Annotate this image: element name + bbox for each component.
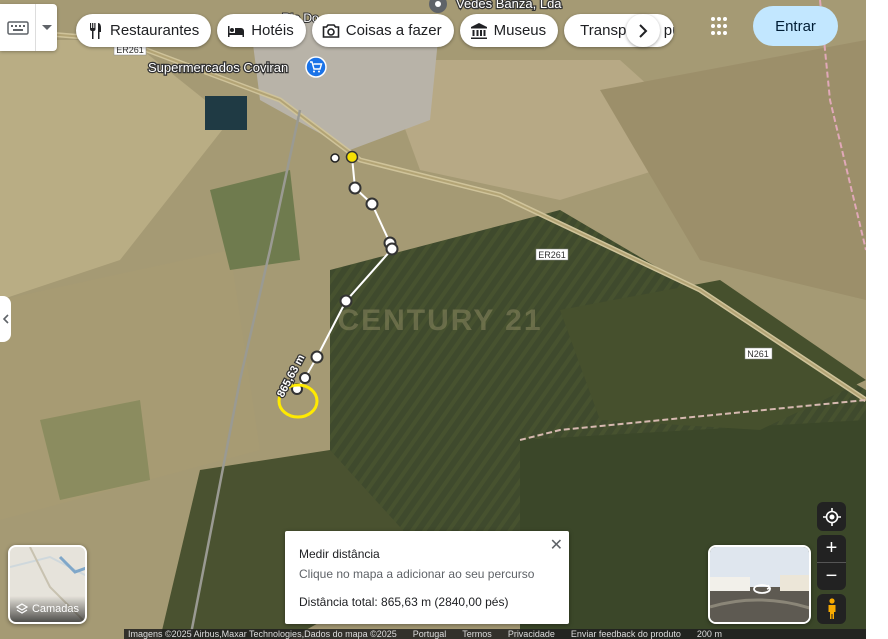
svg-text:N261: N261	[747, 349, 769, 359]
map-attribution: Imagens ©2025 Airbus,Maxar Technologies,…	[128, 629, 397, 639]
layers-label: Camadas	[31, 603, 80, 615]
chevron-right-icon	[639, 23, 648, 38]
measure-total: Distância total: 865,63 m (2840,00 pés)	[299, 595, 509, 609]
map-scale[interactable]: 200 m	[697, 629, 722, 639]
zoom-out-button[interactable]: −	[817, 563, 846, 590]
map-edge-strip	[866, 0, 888, 639]
pegman-icon	[828, 598, 835, 619]
road-label-er261-b: ER261	[535, 248, 569, 261]
keyboard-icon	[0, 4, 36, 51]
svg-text:ER261: ER261	[538, 250, 566, 260]
chip-museums[interactable]: Museus	[459, 14, 559, 47]
zoom-in-button[interactable]: +	[817, 536, 846, 563]
watermark: CENTURY 21	[337, 304, 542, 337]
chip-label: Restaurantes	[110, 22, 200, 39]
input-tools-button[interactable]	[0, 4, 57, 51]
fork-knife-icon	[90, 22, 101, 39]
chip-restaurants[interactable]: Restaurantes	[76, 14, 212, 47]
measure-distance-panel: Medir distância Clique no mapa a adicion…	[285, 531, 569, 624]
collapse-side-panel-button[interactable]	[0, 296, 11, 342]
chips-next-button[interactable]	[626, 14, 660, 47]
chip-label: Museus	[493, 22, 547, 39]
layers-label-row: Camadas	[10, 596, 85, 622]
my-location-button[interactable]	[817, 502, 846, 531]
road-label-n261: N261	[744, 347, 773, 360]
bed-icon	[228, 25, 245, 37]
close-icon[interactable]: ✕	[550, 535, 563, 555]
museum-icon	[470, 22, 487, 39]
zoom-controls: + −	[817, 535, 846, 590]
signin-button[interactable]: Entrar	[753, 6, 838, 46]
footer-link-feedback[interactable]: Enviar feedback do produto	[571, 629, 681, 639]
measure-hint: Clique no mapa a adicionar ao seu percur…	[299, 567, 535, 581]
chip-things-to-do[interactable]: Coisas a fazer	[311, 14, 454, 47]
chevron-left-icon	[2, 314, 9, 324]
footer-link-terms[interactable]: Termos	[462, 629, 492, 639]
pegman-button[interactable]	[817, 594, 846, 624]
chevron-down-icon[interactable]	[36, 24, 57, 31]
street-view-thumbnail[interactable]	[708, 545, 811, 624]
chip-label: Hotéis	[251, 22, 294, 39]
footer-link-country[interactable]: Portugal	[413, 629, 447, 639]
apps-grid-icon[interactable]	[706, 16, 732, 36]
chip-hotels[interactable]: Hotéis	[217, 14, 306, 47]
measure-title: Medir distância	[299, 547, 380, 561]
footer-link-privacy[interactable]: Privacidade	[508, 629, 555, 639]
crosshair-icon	[822, 507, 841, 526]
layers-button[interactable]: Camadas	[8, 545, 87, 624]
camera-icon	[322, 23, 340, 38]
svg-text:Supermercados Coviran: Supermercados Coviran	[148, 60, 288, 75]
chip-label: Coisas a fazer	[345, 22, 442, 39]
layers-icon	[15, 603, 28, 614]
svg-text:Vedes Banza, Lda: Vedes Banza, Lda	[456, 0, 562, 11]
map-footer: Imagens ©2025 Airbus,Maxar Technologies,…	[124, 629, 866, 639]
category-chips: Restaurantes Hotéis Coisas a fazer Museu…	[76, 14, 675, 47]
measure-point-start[interactable]	[345, 150, 359, 164]
